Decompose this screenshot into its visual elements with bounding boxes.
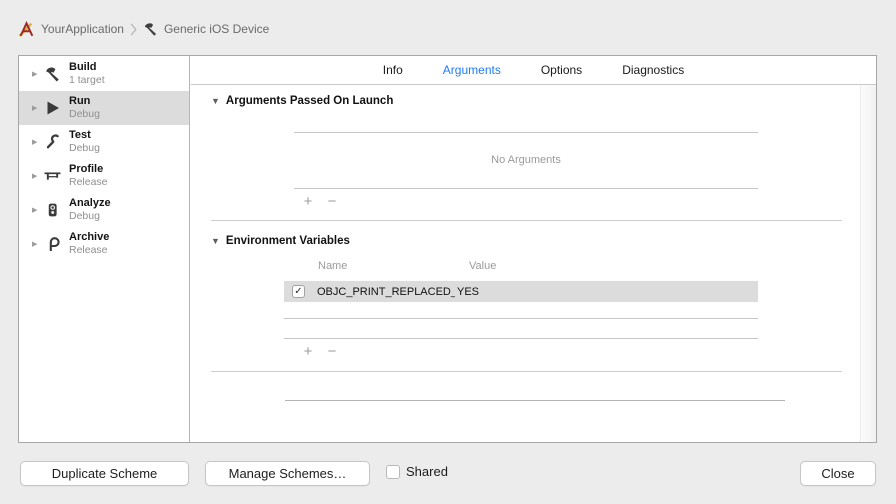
- column-header-value: Value: [469, 260, 496, 272]
- sidebar-item-archive[interactable]: ▶ Archive Release: [19, 227, 189, 261]
- wrench-icon: [43, 133, 62, 152]
- table-row-line: [284, 338, 758, 339]
- clamp-icon: [43, 235, 62, 254]
- remove-argument-button[interactable]: −: [324, 194, 340, 209]
- sidebar-item-analyze[interactable]: ▶ Analyze Debug: [19, 193, 189, 227]
- manage-schemes-button[interactable]: Manage Schemes…: [205, 461, 370, 486]
- sidebar-item-subtitle: Release: [69, 177, 108, 188]
- no-arguments-placeholder: No Arguments: [294, 154, 758, 166]
- section-disclosure-icon[interactable]: ▼: [211, 96, 220, 106]
- table-border: [294, 188, 758, 189]
- duplicate-scheme-button[interactable]: Duplicate Scheme: [20, 461, 189, 486]
- sidebar-item-label: Profile: [69, 164, 108, 176]
- xcode-app-icon: [18, 21, 35, 38]
- sidebar-item-subtitle: Debug: [69, 211, 111, 222]
- shared-checkbox-label: Shared: [406, 464, 448, 479]
- close-button[interactable]: Close: [800, 461, 876, 486]
- sidebar-item-label: Archive: [69, 232, 109, 244]
- sidebar-item-subtitle: Debug: [69, 143, 100, 154]
- scrollbar-track[interactable]: [860, 85, 876, 442]
- section-title: Arguments Passed On Launch: [226, 95, 393, 107]
- scheme-sidebar: ▶ Build 1 target ▶ Run Debug: [19, 56, 190, 442]
- tab-bar: Info Arguments Options Diagnostics: [191, 56, 876, 85]
- tab-options[interactable]: Options: [541, 63, 582, 77]
- sidebar-item-label: Test: [69, 130, 100, 142]
- section-title: Environment Variables: [226, 235, 350, 247]
- analyze-icon: [43, 201, 62, 220]
- env-variable-name[interactable]: OBJC_PRINT_REPLACED_…: [317, 286, 455, 298]
- sidebar-item-label: Build: [69, 62, 105, 74]
- sidebar-item-subtitle: 1 target: [69, 75, 105, 86]
- env-variable-value[interactable]: YES: [457, 286, 479, 298]
- disclosure-triangle-icon[interactable]: ▶: [32, 104, 43, 112]
- caliper-icon: [43, 167, 62, 186]
- sidebar-item-subtitle: Release: [69, 245, 109, 256]
- sidebar-item-build[interactable]: ▶ Build 1 target: [19, 57, 189, 91]
- row-enabled-checkbox[interactable]: ✓: [292, 285, 305, 298]
- table-border: [294, 132, 758, 133]
- sidebar-item-label: Run: [69, 96, 100, 108]
- shared-control: Shared: [386, 464, 448, 479]
- breadcrumb-destination[interactable]: Generic iOS Device: [164, 22, 269, 36]
- remove-variable-button[interactable]: −: [324, 344, 340, 359]
- tab-arguments[interactable]: Arguments: [443, 63, 501, 77]
- arguments-section-header: ▼ Arguments Passed On Launch: [211, 95, 393, 107]
- shared-checkbox[interactable]: [386, 465, 400, 479]
- hammer-icon: [143, 22, 158, 37]
- add-variable-button[interactable]: +: [300, 344, 316, 359]
- section-divider: [211, 220, 842, 221]
- content-divider: [285, 400, 785, 401]
- disclosure-triangle-icon[interactable]: ▶: [32, 172, 43, 180]
- sidebar-item-label: Analyze: [69, 198, 111, 210]
- breadcrumb: YourApplication Generic iOS Device: [18, 20, 269, 38]
- column-header-name: Name: [318, 260, 347, 272]
- disclosure-triangle-icon[interactable]: ▶: [32, 138, 43, 146]
- chevron-right-icon: [130, 23, 137, 36]
- sidebar-item-subtitle: Debug: [69, 109, 100, 120]
- scheme-editor-panel: ▶ Build 1 target ▶ Run Debug: [18, 55, 877, 443]
- hammer-icon: [43, 65, 62, 84]
- disclosure-triangle-icon[interactable]: ▶: [32, 70, 43, 78]
- sidebar-item-run[interactable]: ▶ Run Debug: [19, 91, 189, 125]
- play-icon: [43, 99, 62, 118]
- section-divider: [211, 371, 842, 372]
- environment-section-header: ▼ Environment Variables: [211, 235, 350, 247]
- disclosure-triangle-icon[interactable]: ▶: [32, 240, 43, 248]
- add-argument-button[interactable]: +: [300, 194, 316, 209]
- sidebar-item-profile[interactable]: ▶ Profile Release: [19, 159, 189, 193]
- tab-info[interactable]: Info: [383, 63, 403, 77]
- table-row-line: [284, 318, 758, 319]
- section-disclosure-icon[interactable]: ▼: [211, 236, 220, 246]
- tab-diagnostics[interactable]: Diagnostics: [622, 63, 684, 77]
- breadcrumb-app-name[interactable]: YourApplication: [41, 22, 124, 36]
- disclosure-triangle-icon[interactable]: ▶: [32, 206, 43, 214]
- sidebar-item-test[interactable]: ▶ Test Debug: [19, 125, 189, 159]
- environment-variable-row[interactable]: ✓ OBJC_PRINT_REPLACED_… YES: [284, 281, 758, 302]
